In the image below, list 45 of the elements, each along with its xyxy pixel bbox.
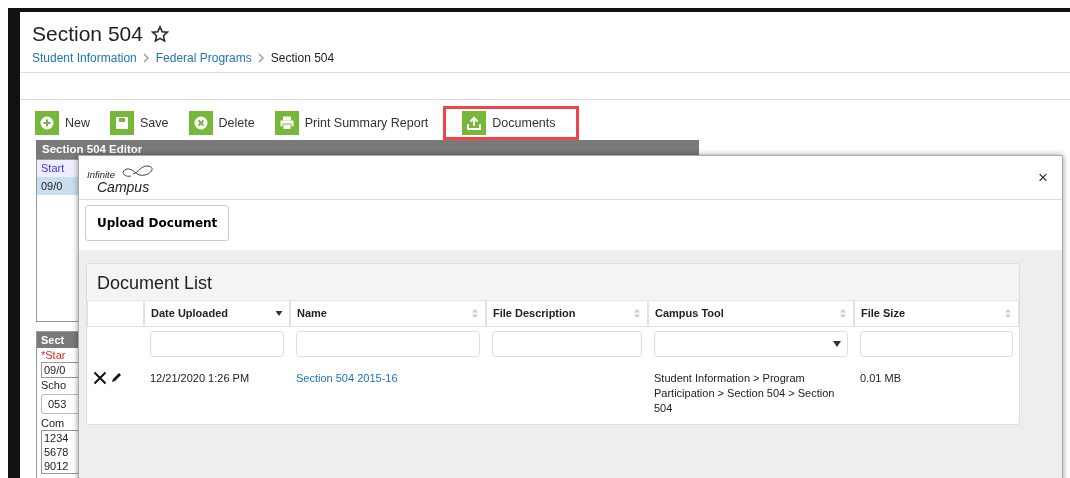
- chevron-icon: [257, 53, 265, 63]
- logo: Infinite Campus: [87, 161, 150, 194]
- chevron-icon: [142, 53, 150, 63]
- pencil-icon[interactable]: [111, 370, 123, 383]
- column-header[interactable]: File Size: [854, 300, 1019, 327]
- field-label: *Star: [41, 349, 66, 362]
- sort-icon: [633, 307, 641, 319]
- document-link[interactable]: Section 504 2015-16: [296, 371, 398, 384]
- upload-icon: [462, 111, 487, 135]
- field-label: Scho: [41, 379, 67, 392]
- print-button[interactable]: Print Summary Report: [269, 106, 434, 140]
- filter-field[interactable]: [860, 330, 1013, 357]
- column-header[interactable]: Date Uploaded: [144, 300, 290, 327]
- column-header[interactable]: File Description: [486, 300, 648, 327]
- star-icon[interactable]: [150, 25, 169, 43]
- page-title: Section 504: [32, 22, 143, 46]
- breadcrumb-link[interactable]: Student Information: [32, 49, 137, 67]
- sort-icon: [471, 307, 479, 319]
- save-button[interactable]: Save: [105, 106, 174, 140]
- cross-icon: [188, 111, 213, 135]
- breadcrumb-link[interactable]: Federal Programs: [155, 49, 252, 67]
- plus-icon: [35, 111, 59, 135]
- new-button[interactable]: New: [30, 106, 95, 140]
- breadcrumb-current: Section 504: [270, 50, 335, 67]
- table-cell: 12/21/2020 1:26 PM: [150, 371, 250, 384]
- filter-dropdown[interactable]: [654, 330, 848, 357]
- printer-icon: [274, 111, 299, 135]
- sort-icon: [1004, 307, 1012, 319]
- sort-icon: [839, 307, 847, 319]
- filter-field[interactable]: [296, 330, 480, 357]
- filter-field[interactable]: [492, 330, 642, 357]
- delete-button[interactable]: Delete: [183, 106, 260, 140]
- column-header[interactable]: Name: [290, 300, 486, 327]
- filter-field[interactable]: [150, 330, 284, 357]
- upload-button[interactable]: Documents: [443, 106, 579, 140]
- caret-icon: [833, 340, 841, 347]
- upload-document-button[interactable]: Upload Document: [85, 205, 230, 241]
- close-button[interactable]: ×: [1032, 163, 1054, 192]
- column-header[interactable]: Campus Tool: [648, 300, 854, 327]
- floppy-icon: [110, 111, 134, 135]
- table-cell: 0.01 MB: [860, 371, 901, 384]
- field-label: Com: [41, 417, 65, 430]
- delete-icon[interactable]: [93, 370, 107, 385]
- table-cell: Student Information > Program Participation > Section 504 > Section 504: [654, 371, 835, 414]
- card-title: Document List: [87, 264, 1019, 300]
